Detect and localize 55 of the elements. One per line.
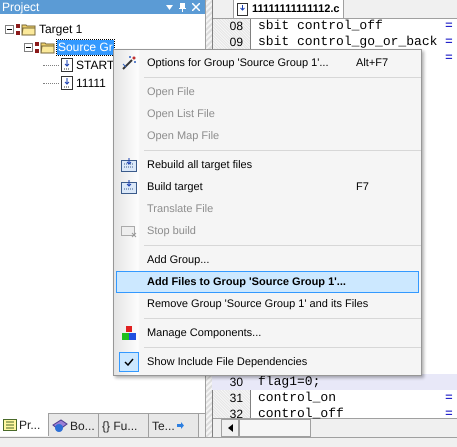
scroll-left-button[interactable] <box>221 419 239 437</box>
line-number: 08 <box>228 18 243 35</box>
panel-tab[interactable]: Te... <box>149 414 199 437</box>
build-icon <box>121 158 137 172</box>
stop-build-icon <box>121 224 137 238</box>
tree-item[interactable]: START <box>75 58 116 72</box>
close-icon[interactable] <box>192 3 200 11</box>
menu-item[interactable]: Rebuild all target files <box>116 154 419 176</box>
line-number: 09 <box>228 34 243 51</box>
menu-item[interactable]: Add Files to Group 'Source Group 1'... <box>116 271 419 293</box>
tree-item[interactable]: Target 1 <box>38 22 84 36</box>
scroll-thumb[interactable] <box>239 419 311 437</box>
arrow-right-icon <box>176 422 184 429</box>
panel-tab[interactable]: {} Fu... <box>99 414 149 437</box>
wand-icon <box>121 55 137 71</box>
code-operator: = <box>445 49 454 68</box>
folder-icon <box>16 22 36 36</box>
file-icon <box>61 58 73 72</box>
file-icon <box>61 76 73 90</box>
line-number: 30 <box>228 374 243 391</box>
panel-title: Project <box>2 0 40 14</box>
code-text: control_on <box>258 389 338 408</box>
file-tab[interactable]: 11111111111112.c <box>233 0 344 18</box>
check-icon <box>124 358 134 366</box>
book-icon <box>52 418 68 432</box>
menu-item[interactable]: Options for Group 'Source Group 1'... Alt+F7 <box>116 52 419 74</box>
build-icon <box>121 180 137 194</box>
menu-item[interactable]: Manage Components... <box>116 322 419 344</box>
components-icon <box>121 325 137 341</box>
tree-item[interactable]: 11111 <box>75 76 107 90</box>
pin-icon[interactable] <box>179 2 186 12</box>
dropdown-icon[interactable] <box>166 4 173 10</box>
menu-item[interactable]: Add Group... <box>116 249 419 271</box>
line-number: 32 <box>228 406 243 423</box>
code-operator: = <box>445 33 454 52</box>
folder-icon <box>35 40 55 54</box>
file-tab-label: 11111111111112.c <box>252 2 340 17</box>
line-number: 31 <box>228 390 243 407</box>
project-icon <box>3 418 17 430</box>
menu-item[interactable]: Remove Group 'Source Group 1' and its Files <box>116 293 419 315</box>
code-text: sbit control_off <box>258 17 384 36</box>
menu-item[interactable]: Build target F7 <box>116 176 419 198</box>
panel-tab[interactable]: Bo... <box>49 414 99 437</box>
collapse-icon[interactable] <box>24 42 33 52</box>
file-icon <box>237 2 248 16</box>
code-operator: = <box>445 389 454 408</box>
code-operator: = <box>445 405 454 424</box>
collapse-icon[interactable] <box>5 24 14 34</box>
code-operator: = <box>445 17 454 36</box>
menu-item[interactable]: Show Include File Dependencies <box>116 351 419 373</box>
code-text: flag1=0; <box>258 373 322 392</box>
code-text: sbit control_go_or_back <box>258 33 438 52</box>
panel-tab[interactable]: Pr... <box>0 413 49 436</box>
arrow-left-icon <box>228 424 232 432</box>
code-text: control_off <box>258 405 345 424</box>
